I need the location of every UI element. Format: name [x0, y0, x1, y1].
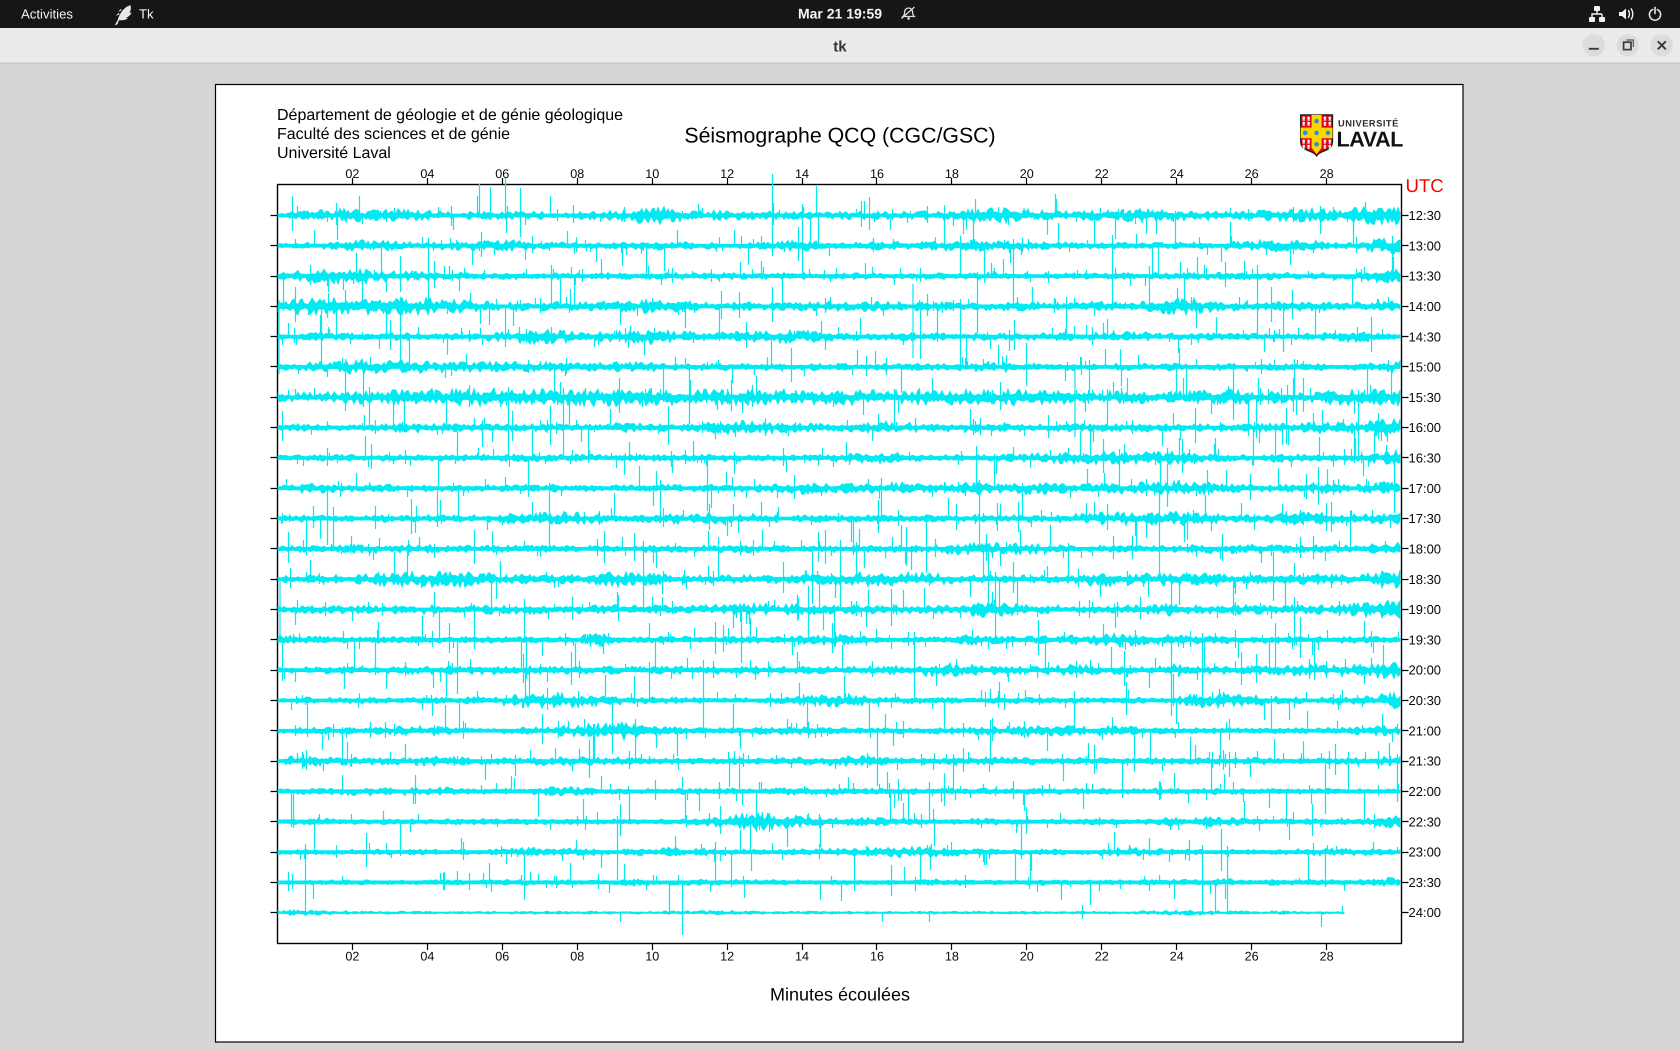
svg-text:16: 16 [870, 167, 884, 181]
svg-text:tk: tk [833, 39, 847, 56]
svg-text:19:30: 19:30 [1409, 632, 1442, 647]
svg-text:28: 28 [1320, 167, 1334, 181]
svg-text:15:30: 15:30 [1409, 390, 1442, 405]
svg-text:12:30: 12:30 [1409, 208, 1442, 223]
svg-text:21:00: 21:00 [1409, 723, 1442, 738]
svg-text:Mar 21 19:59: Mar 21 19:59 [798, 6, 882, 22]
svg-text:04: 04 [420, 167, 434, 181]
svg-text:20: 20 [1020, 167, 1034, 181]
svg-text:06: 06 [495, 167, 509, 181]
svg-text:12: 12 [720, 950, 734, 964]
svg-text:Faculté des sciences et de gén: Faculté des sciences et de génie [277, 126, 510, 143]
svg-text:Activities: Activities [21, 7, 73, 22]
svg-text:Séismographe QCQ (CGC/GSC): Séismographe QCQ (CGC/GSC) [684, 124, 995, 148]
svg-text:17:30: 17:30 [1409, 511, 1442, 526]
svg-text:23:30: 23:30 [1409, 875, 1442, 890]
svg-text:24:00: 24:00 [1409, 905, 1442, 920]
svg-text:Minutes écoulées: Minutes écoulées [770, 985, 910, 1005]
svg-text:16: 16 [870, 950, 884, 964]
svg-text:14: 14 [795, 167, 809, 181]
svg-text:06: 06 [495, 950, 509, 964]
svg-text:20:00: 20:00 [1409, 663, 1442, 678]
svg-text:22: 22 [1095, 950, 1109, 964]
svg-text:18:30: 18:30 [1409, 572, 1442, 587]
svg-text:12: 12 [720, 167, 734, 181]
svg-text:14: 14 [795, 950, 809, 964]
svg-text:19:00: 19:00 [1409, 602, 1442, 617]
svg-text:13:30: 13:30 [1409, 269, 1442, 284]
svg-text:26: 26 [1245, 950, 1259, 964]
svg-text:20: 20 [1020, 950, 1034, 964]
svg-text:13:00: 13:00 [1409, 238, 1442, 253]
svg-text:16:00: 16:00 [1409, 420, 1442, 435]
svg-text:21:30: 21:30 [1409, 754, 1442, 769]
svg-text:02: 02 [345, 167, 359, 181]
svg-text:22:30: 22:30 [1409, 814, 1442, 829]
svg-text:22: 22 [1095, 167, 1109, 181]
svg-text:18: 18 [945, 167, 959, 181]
svg-text:18: 18 [945, 950, 959, 964]
svg-text:Université Laval: Université Laval [277, 145, 391, 162]
svg-text:08: 08 [570, 167, 584, 181]
svg-text:16:30: 16:30 [1409, 451, 1442, 466]
svg-text:UTC: UTC [1406, 175, 1444, 196]
svg-text:15:00: 15:00 [1409, 360, 1442, 375]
svg-text:28: 28 [1320, 950, 1334, 964]
svg-text:10: 10 [645, 950, 659, 964]
svg-text:26: 26 [1245, 167, 1259, 181]
svg-text:08: 08 [570, 950, 584, 964]
svg-text:Tk: Tk [139, 7, 154, 22]
svg-text:20:30: 20:30 [1409, 693, 1442, 708]
svg-text:24: 24 [1170, 167, 1184, 181]
svg-text:Département de géologie et de: Département de géologie et de génie géol… [277, 107, 623, 124]
svg-text:02: 02 [345, 950, 359, 964]
svg-text:23:00: 23:00 [1409, 845, 1442, 860]
svg-text:10: 10 [645, 167, 659, 181]
svg-text:14:00: 14:00 [1409, 299, 1442, 314]
svg-text:18:00: 18:00 [1409, 542, 1442, 557]
svg-text:22:00: 22:00 [1409, 784, 1442, 799]
svg-text:17:00: 17:00 [1409, 481, 1442, 496]
svg-text:24: 24 [1170, 950, 1184, 964]
svg-text:04: 04 [420, 950, 434, 964]
svg-text:14:30: 14:30 [1409, 329, 1442, 344]
svg-text:LAVAL: LAVAL [1337, 127, 1404, 151]
